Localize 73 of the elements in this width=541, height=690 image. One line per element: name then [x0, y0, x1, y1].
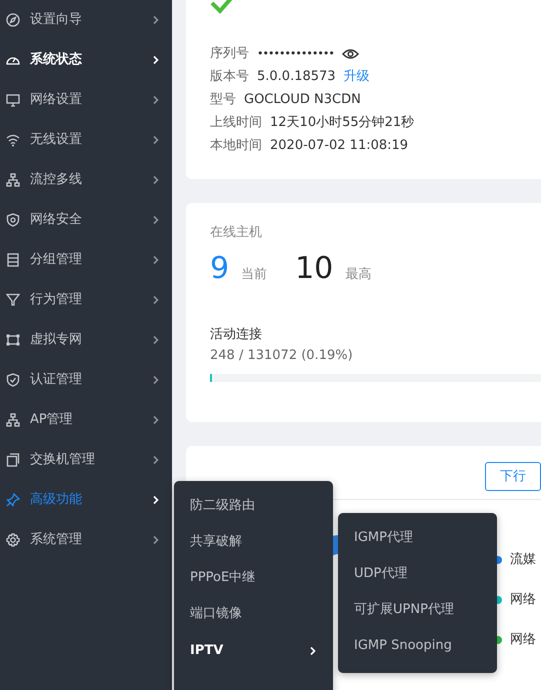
- sidebar-item[interactable]: 系统状态: [0, 40, 172, 80]
- sidebar-item[interactable]: 认证管理: [0, 360, 172, 400]
- upgrade-link[interactable]: 升级: [344, 65, 370, 88]
- masked-value: ••••••••••••••: [257, 46, 334, 62]
- network-icon: [6, 173, 20, 187]
- compass-icon: [6, 13, 20, 27]
- field-label: 型号: [210, 91, 236, 109]
- card-title: 在线主机: [210, 224, 263, 242]
- chevron-icon: [152, 455, 160, 465]
- sidebar-item[interactable]: 虚拟专网: [0, 320, 172, 360]
- chevron-icon: [152, 215, 160, 225]
- connections-title: 活动连接: [210, 326, 263, 344]
- sidebar-item[interactable]: 分组管理: [0, 240, 172, 280]
- network-icon: [6, 413, 20, 427]
- sidebar-item[interactable]: 高级功能: [0, 480, 172, 520]
- current-count: 9: [210, 250, 230, 286]
- chevron-icon: [152, 255, 160, 265]
- chevron-icon: [152, 55, 160, 65]
- monitor-icon: [6, 93, 20, 107]
- legend-label: 流媒: [510, 550, 536, 568]
- chevron-icon: [152, 295, 160, 305]
- legend-label: 网络: [510, 630, 536, 648]
- sidebar-item[interactable]: 流控多线: [0, 160, 172, 200]
- server-icon: [6, 253, 20, 267]
- field-label: 序列号: [210, 45, 249, 63]
- connections-reading: 248 / 131072 (0.19%): [210, 347, 354, 365]
- sidebar-item[interactable]: AP管理: [0, 400, 172, 440]
- chevron-icon: [152, 95, 160, 105]
- menu-item[interactable]: UDP代理: [338, 556, 497, 592]
- menu-item[interactable]: 防二级路由: [174, 488, 333, 524]
- count-label: 最高: [345, 266, 372, 284]
- count-label: 当前: [241, 266, 268, 284]
- legend-label: 网络: [510, 590, 536, 608]
- eye-icon[interactable]: [342, 48, 359, 60]
- sidebar-item[interactable]: 网络设置: [0, 80, 172, 120]
- shield-icon: [6, 213, 20, 227]
- field-value: 12天10小时55分钟21秒: [270, 114, 414, 132]
- menu-item[interactable]: IGMP代理: [338, 520, 497, 556]
- field-label: 版本号: [210, 68, 249, 86]
- frame-icon: [6, 333, 20, 347]
- sidebar-item[interactable]: 行为管理: [0, 280, 172, 320]
- field-value: 2020-07-02 11:08:19: [270, 137, 408, 155]
- settings-icon: [6, 533, 20, 547]
- chevron-icon: [152, 135, 160, 145]
- menu-item[interactable]: IPTV: [174, 632, 333, 670]
- menu-item[interactable]: 共享破解: [174, 524, 333, 560]
- sidebar-item[interactable]: 网络安全: [0, 200, 172, 240]
- sidebar-item[interactable]: 无线设置: [0, 120, 172, 160]
- menu-item[interactable]: IGMP Snooping: [338, 628, 497, 664]
- funnel-icon: [6, 293, 20, 307]
- sidebar-item[interactable]: 交换机管理: [0, 440, 172, 480]
- sidebar-item[interactable]: 系统管理: [0, 520, 172, 560]
- downstream-button[interactable]: 下行: [485, 462, 541, 491]
- wifi-icon: [6, 133, 20, 147]
- shield-check-icon: [6, 373, 20, 387]
- chevron-icon: [152, 15, 160, 25]
- copy-icon: [6, 453, 20, 467]
- field-label: 上线时间: [210, 114, 262, 132]
- menu-item[interactable]: 可扩展UPNP代理: [338, 592, 497, 628]
- sidebar-item[interactable]: 设置向导: [0, 0, 172, 40]
- field-value: 5.0.0.18573: [257, 68, 336, 86]
- pin-icon: [6, 493, 20, 507]
- menu-item[interactable]: 端口镜像: [174, 596, 333, 632]
- chevron-icon: [152, 375, 160, 385]
- chevron-icon: [152, 495, 160, 505]
- chevron-icon: [152, 535, 160, 545]
- chevron-icon: [152, 415, 160, 425]
- field-value: GOCLOUD N3CDN: [244, 91, 361, 109]
- max-count: 10: [295, 250, 334, 286]
- chevron-icon: [152, 175, 160, 185]
- chevron-icon: [152, 335, 160, 345]
- menu-item[interactable]: PPPoE中继: [174, 560, 333, 596]
- field-label: 本地时间: [210, 137, 262, 155]
